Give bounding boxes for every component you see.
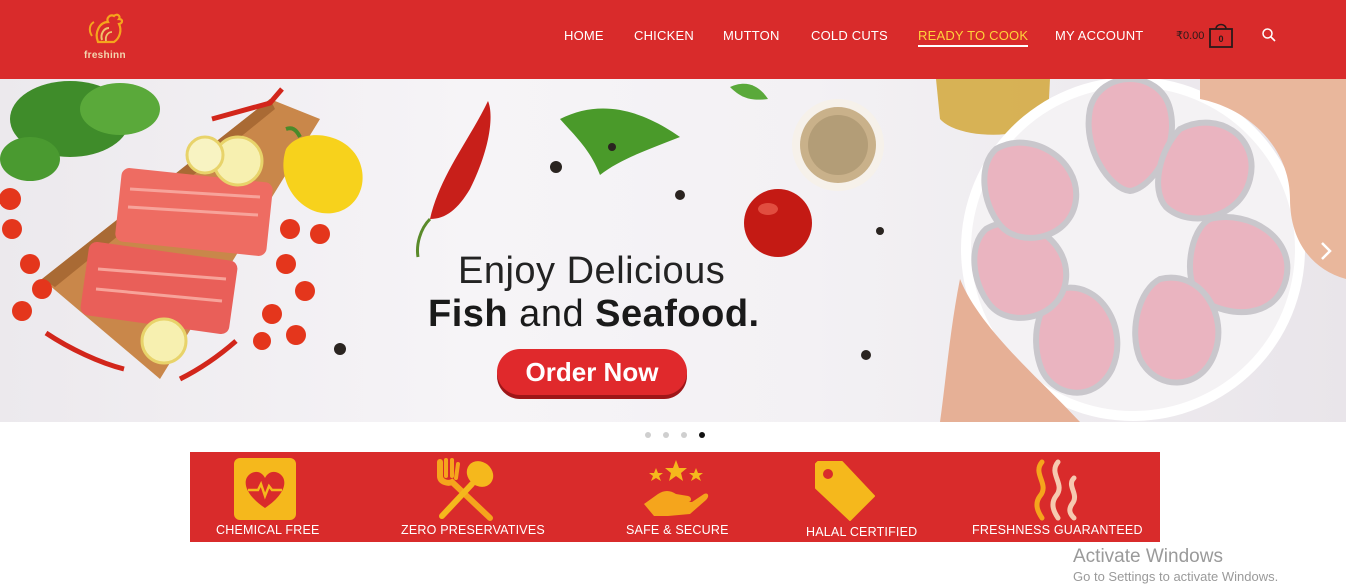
nav-ready-to-cook-label: READY TO COOK <box>918 28 1029 43</box>
nav-home[interactable]: HOME <box>564 28 604 43</box>
feature-label: CHEMICAL FREE <box>216 523 320 537</box>
feature-label: ZERO PRESERVATIVES <box>401 523 545 537</box>
hero-line2-seafood: Seafood. <box>595 293 760 335</box>
nav-mutton[interactable]: MUTTON <box>723 28 780 43</box>
search-icon[interactable] <box>1261 27 1277 43</box>
hero-line2-and: and <box>508 293 596 335</box>
fork-spoon-icon <box>437 458 494 521</box>
windows-watermark-subtitle: Go to Settings to activate Windows. <box>1073 569 1279 584</box>
nav-ready-to-cook[interactable]: READY TO COOK <box>918 28 1029 47</box>
shopping-bag-icon[interactable]: 0 <box>1208 20 1234 48</box>
hero-headline-line2: Fish and Seafood. <box>428 293 760 336</box>
hero-slider[interactable]: Enjoy Delicious Fish and Seafood. Order … <box>0 79 1346 422</box>
slider-dot[interactable] <box>663 432 669 438</box>
nav-cold-cuts[interactable]: COLD CUTS <box>811 28 888 43</box>
feature-freshness-guaranteed: FRESHNESS GUARANTEED <box>960 452 1160 542</box>
cart-amount[interactable]: ₹0.00 <box>1176 29 1204 42</box>
feature-label: FRESHNESS GUARANTEED <box>972 523 1143 537</box>
slider-dot[interactable] <box>681 432 687 438</box>
nav-my-account[interactable]: MY ACCOUNT <box>1055 28 1143 43</box>
heart-pulse-icon <box>234 458 296 520</box>
feature-zero-preservatives: ZERO PRESERVATIVES <box>380 452 560 542</box>
hand-stars-icon <box>644 460 709 516</box>
feature-safe-secure: SAFE & SECURE <box>600 452 760 542</box>
brand-name[interactable]: freshinn <box>84 50 126 61</box>
feature-chemical-free: CHEMICAL FREE <box>190 452 340 542</box>
slider-dot-active[interactable] <box>699 432 705 438</box>
feature-label: SAFE & SECURE <box>626 523 729 537</box>
windows-watermark-title: Activate Windows <box>1073 546 1223 567</box>
hero-headline-line1: Enjoy Delicious <box>458 250 726 292</box>
site-header: freshinn HOME CHICKEN MUTTON COLD CUTS R… <box>0 0 1346 79</box>
slider-next-arrow-icon[interactable] <box>1318 239 1334 263</box>
order-now-button[interactable]: Order Now <box>497 349 687 395</box>
steam-icon <box>1034 459 1078 521</box>
tag-icon <box>815 461 875 521</box>
slider-dot[interactable] <box>645 432 651 438</box>
feature-label: HALAL CERTIFIED <box>806 525 918 539</box>
feature-halal-certified: HALAL CERTIFIED <box>790 452 930 542</box>
features-band: CHEMICAL FREE ZERO PRESERVATIVES SAFE & … <box>190 452 1160 542</box>
active-nav-underline <box>918 45 1029 47</box>
nav-chicken[interactable]: CHICKEN <box>634 28 694 43</box>
cart-count: 0 <box>1218 34 1223 44</box>
hero-line2-fish: Fish <box>428 293 509 335</box>
